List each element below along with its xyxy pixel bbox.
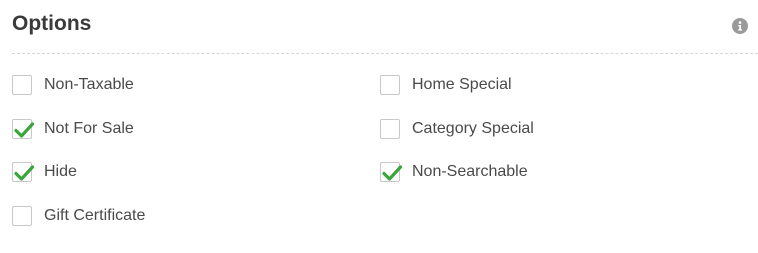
checkbox[interactable] bbox=[380, 162, 403, 182]
option-label: Non-Searchable bbox=[412, 163, 528, 180]
option-label: Hide bbox=[44, 163, 77, 180]
checkmark-icon bbox=[14, 165, 35, 181]
option-non-searchable[interactable]: Non-Searchable bbox=[380, 161, 528, 183]
checkbox[interactable] bbox=[12, 162, 35, 182]
header-divider bbox=[12, 53, 758, 54]
checkbox[interactable] bbox=[12, 206, 32, 226]
option-label: Category Special bbox=[412, 120, 534, 137]
option-hide[interactable]: Hide bbox=[12, 161, 77, 183]
checkbox[interactable] bbox=[380, 119, 400, 139]
option-label: Non-Taxable bbox=[44, 76, 134, 93]
options-panel: Options Non-Taxable Not For Sale Hide Gi… bbox=[0, 0, 758, 253]
option-category-special[interactable]: Category Special bbox=[380, 118, 534, 140]
checkmark-icon bbox=[14, 122, 35, 138]
checkbox[interactable] bbox=[12, 119, 35, 139]
option-non-taxable[interactable]: Non-Taxable bbox=[12, 74, 134, 96]
checkmark-icon bbox=[382, 165, 403, 181]
info-circle-icon[interactable] bbox=[732, 18, 748, 34]
option-label: Not For Sale bbox=[44, 120, 134, 137]
option-home-special[interactable]: Home Special bbox=[380, 74, 512, 96]
checkbox[interactable] bbox=[12, 75, 32, 95]
option-label: Gift Certificate bbox=[44, 207, 146, 224]
option-gift-certificate[interactable]: Gift Certificate bbox=[12, 205, 145, 227]
checkbox[interactable] bbox=[380, 75, 400, 95]
panel-title: Options bbox=[12, 12, 92, 35]
option-label: Home Special bbox=[412, 76, 512, 93]
option-not-for-sale[interactable]: Not For Sale bbox=[12, 118, 134, 140]
